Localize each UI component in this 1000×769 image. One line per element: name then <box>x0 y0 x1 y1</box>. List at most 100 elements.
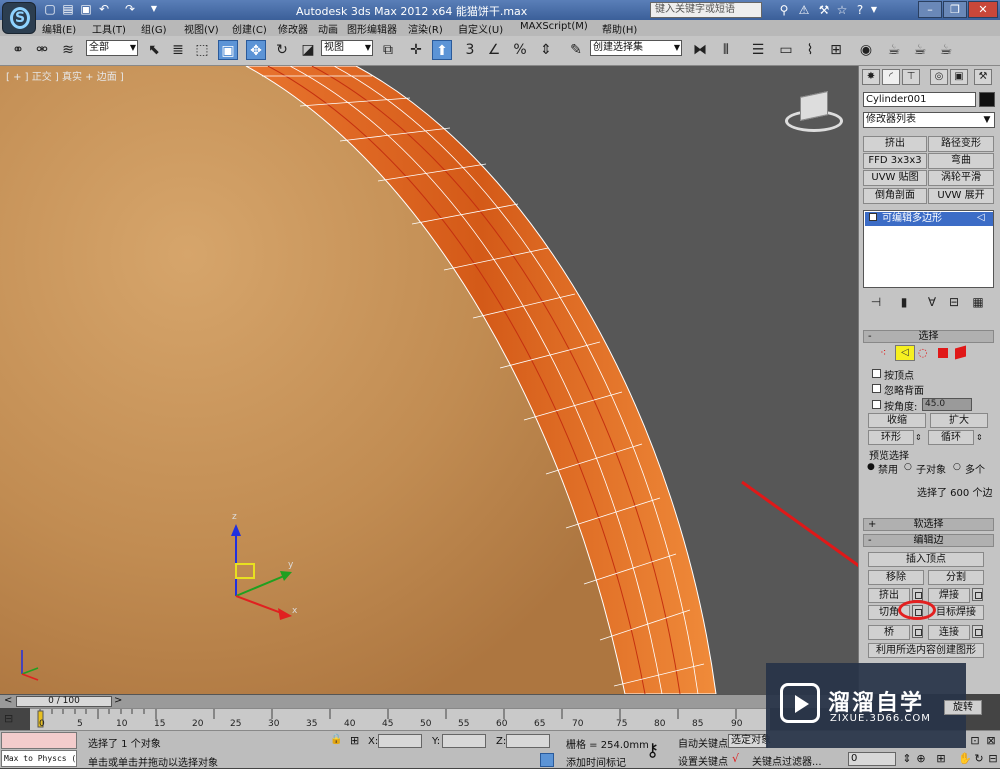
ffd-modifier-button[interactable]: FFD 3x3x3 <box>863 153 927 169</box>
weld-button[interactable]: 焊接 <box>928 588 970 603</box>
menu-edit[interactable]: 编辑(E) <box>42 21 76 36</box>
maxscript-output[interactable]: Max to Physcs ( <box>1 750 77 767</box>
create-icon[interactable]: ✸ <box>862 69 880 85</box>
close-button[interactable]: ✕ <box>968 1 998 18</box>
maxscript-listener-input[interactable] <box>1 732 77 749</box>
remove-modifier-icon[interactable]: ⊟ <box>946 294 962 310</box>
time-slider[interactable] <box>0 694 858 708</box>
radio-subobject[interactable]: ○ <box>904 462 912 472</box>
window-crossing-icon[interactable]: ▣ <box>218 40 238 60</box>
select-move-icon[interactable]: ✥ <box>246 40 266 60</box>
make-unique-icon[interactable]: ∀ <box>924 294 940 310</box>
hierarchy-icon[interactable]: ⊤ <box>902 69 920 85</box>
border-mode-icon[interactable]: ◌ <box>918 346 928 359</box>
motion-icon[interactable]: ◎ <box>930 69 948 85</box>
set-key-icon[interactable]: √ <box>732 752 739 765</box>
selection-rollout-header[interactable]: - 选择 <box>863 330 994 343</box>
frame-number-field[interactable]: 0 <box>848 752 896 766</box>
select-rotate-icon[interactable]: ↻ <box>272 40 292 60</box>
pathdeform-modifier-button[interactable]: 路径变形 <box>928 136 994 152</box>
maximize-viewport-icon[interactable]: ⊟ <box>986 752 1000 766</box>
maximize-button[interactable]: ❐ <box>943 1 967 18</box>
menu-modifiers[interactable]: 修改器 <box>278 21 308 36</box>
select-manipulate-icon[interactable]: ✛ <box>406 40 426 60</box>
rendered-frame-icon[interactable]: ☕ <box>910 40 930 60</box>
time-prev-icon[interactable]: < <box>4 695 12 706</box>
select-by-name-icon[interactable]: ≣ <box>168 40 188 60</box>
menu-customize[interactable]: 自定义(U) <box>458 21 503 36</box>
wrench-icon[interactable]: ⚒ <box>816 2 832 18</box>
zoom-icon[interactable]: ⊕ <box>914 752 928 766</box>
dropdown-icon[interactable]: ▼ <box>146 1 162 17</box>
select-object-icon[interactable]: ⬉ <box>144 40 164 60</box>
insert-vertex-button[interactable]: 插入顶点 <box>868 552 984 567</box>
zoom-extents-icon[interactable]: ⊡ <box>968 734 982 748</box>
radio-multi[interactable]: ○ <box>953 462 961 472</box>
chevron-down-icon[interactable]: ▼ <box>980 113 994 127</box>
help-dropdown-icon[interactable]: ▼ <box>866 2 882 18</box>
x-coord-field[interactable] <box>378 734 422 748</box>
bend-modifier-button[interactable]: 弯曲 <box>928 153 994 169</box>
ring-button[interactable]: 环形 <box>868 430 914 445</box>
menu-maxscript[interactable]: MAXScript(M) <box>520 21 588 32</box>
zoom-extents-all-icon[interactable]: ⊠ <box>984 734 998 748</box>
modifier-list-dropdown[interactable]: 修改器列表 <box>863 112 995 128</box>
menu-animation[interactable]: 动画 <box>318 21 338 36</box>
render-setup-icon[interactable]: ☕ <box>884 40 904 60</box>
named-selection-dropdown[interactable]: 创建选择集 <box>590 40 682 56</box>
display-icon[interactable]: ▣ <box>950 69 968 85</box>
new-icon[interactable]: ▢ <box>42 1 58 17</box>
search-input[interactable]: 键入关键字或短语 <box>650 2 762 18</box>
edit-edges-rollout-header[interactable]: - 编辑边 <box>863 534 994 547</box>
menu-rendering[interactable]: 渲染(R) <box>408 21 443 36</box>
object-color-swatch[interactable] <box>979 92 995 107</box>
layer-manager-icon[interactable]: ☰ <box>748 40 768 60</box>
pivot-center-icon[interactable]: ⧉ <box>378 40 398 60</box>
radio-disable[interactable]: ● <box>867 462 875 472</box>
frame-spinner-icon[interactable]: ⇕ <box>900 752 914 766</box>
bridge-settings-button[interactable] <box>912 625 923 638</box>
pin-stack-icon[interactable]: ⊣ <box>868 294 884 310</box>
ignore-backfacing-checkbox[interactable] <box>872 384 881 393</box>
trackbar-icon[interactable]: ⊟ <box>4 712 24 726</box>
configure-sets-icon[interactable]: ▦ <box>970 294 986 310</box>
angle-spinner[interactable]: 45.0 <box>922 398 972 411</box>
viewport-front[interactable]: z y x <box>0 66 858 694</box>
time-tag-icon[interactable] <box>540 753 554 767</box>
key-filters-button[interactable]: 关键点过滤器... <box>752 753 822 768</box>
bridge-button[interactable]: 桥 <box>868 625 910 640</box>
select-scale-icon[interactable]: ◪ <box>298 40 318 60</box>
loop-button[interactable]: 循环 <box>928 430 974 445</box>
create-shape-button[interactable]: 利用所选内容创建图形 <box>868 643 984 658</box>
object-name-field[interactable]: Cylinder001 <box>863 92 976 107</box>
binoculars-icon[interactable]: ⚲ <box>776 2 792 18</box>
menu-create[interactable]: 创建(C) <box>232 21 267 36</box>
polygon-mode-icon[interactable] <box>938 348 948 358</box>
ring-spinner-icon[interactable]: ⇕ <box>915 430 925 445</box>
modify-icon[interactable]: ◜ <box>882 69 900 85</box>
minimize-button[interactable]: – <box>918 1 942 18</box>
key-icon[interactable]: ⚷ <box>646 740 659 761</box>
ref-coord-dropdown[interactable]: 视图 <box>321 40 373 56</box>
align-icon[interactable]: ⫴ <box>716 40 736 60</box>
vertex-mode-icon[interactable]: ⁖ <box>880 346 886 359</box>
menu-graph-editors[interactable]: 图形编辑器 <box>347 21 397 36</box>
time-next-icon[interactable]: > <box>114 695 122 706</box>
edge-mode-icon[interactable]: ◁ <box>895 345 915 361</box>
add-time-tag[interactable]: 添加时间标记 <box>566 754 626 769</box>
weld-settings-button[interactable] <box>972 588 983 601</box>
spinner-snap-icon[interactable]: ⇕ <box>536 40 556 60</box>
star-icon[interactable]: ☆ <box>834 2 850 18</box>
soft-selection-rollout-header[interactable]: + 软选择 <box>863 518 994 531</box>
time-slider-thumb[interactable]: 0 / 100 <box>16 696 112 707</box>
zoom-all-icon[interactable]: ⊞ <box>934 752 948 766</box>
extrude-modifier-button[interactable]: 挤出 <box>863 136 927 152</box>
modifier-stack[interactable]: 可编辑多边形 ◁ <box>863 210 994 288</box>
viewport-label[interactable]: [ + ] 正交 ] 真实 + 边面 ] <box>6 68 124 83</box>
link-icon[interactable]: ⚭ <box>8 40 28 60</box>
save-icon[interactable]: ▣ <box>78 1 94 17</box>
app-logo[interactable]: S <box>2 2 36 34</box>
graphite-icon[interactable]: ▭ <box>776 40 796 60</box>
menu-tools[interactable]: 工具(T) <box>92 21 126 36</box>
z-coord-field[interactable] <box>506 734 550 748</box>
